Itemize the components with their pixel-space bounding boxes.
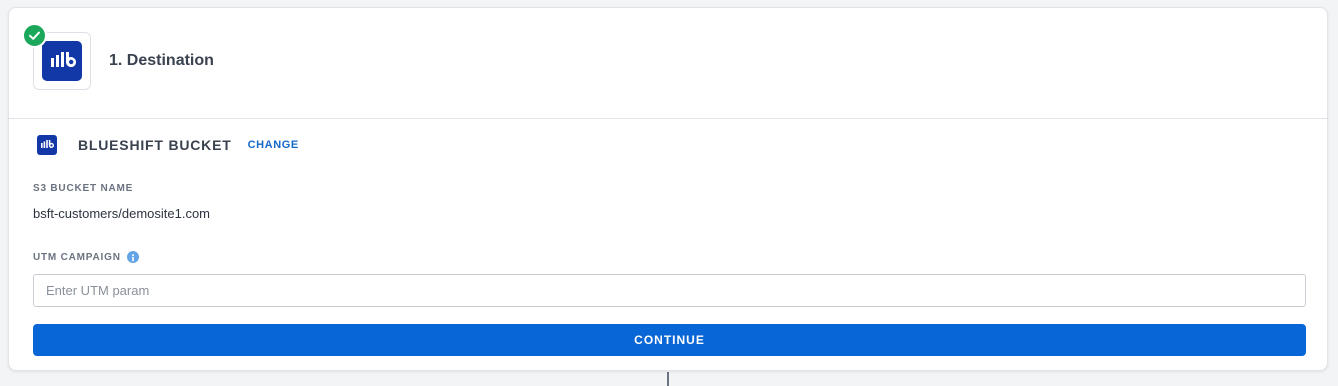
- destination-row: BLUESHIFT BUCKET CHANGE: [37, 135, 299, 155]
- info-icon[interactable]: [126, 251, 139, 263]
- blueshift-logo-icon: [42, 41, 82, 81]
- destination-name: BLUESHIFT BUCKET: [78, 137, 232, 153]
- step-header: 1. Destination: [9, 8, 1327, 119]
- s3-bucket-value: bsft-customers/demosite1.com: [33, 206, 211, 221]
- utm-campaign-input[interactable]: [33, 274, 1306, 307]
- destination-step-card: 1. Destination BLUESHIFT BUCKET CHANGE S…: [8, 7, 1328, 371]
- step-title: 1. Destination: [109, 52, 214, 69]
- page: 1. Destination BLUESHIFT BUCKET CHANGE S…: [0, 0, 1338, 386]
- s3-bucket-label: S3 BUCKET NAME: [33, 183, 134, 194]
- change-destination-link[interactable]: CHANGE: [248, 139, 299, 151]
- continue-button[interactable]: CONTINUE: [33, 324, 1306, 356]
- check-icon: [22, 23, 47, 48]
- utm-campaign-label: UTM CAMPAIGN: [33, 251, 121, 263]
- utm-campaign-label-row: UTM CAMPAIGN: [33, 251, 139, 263]
- blueshift-logo-icon: [37, 135, 57, 155]
- step-connector-line: [667, 372, 669, 386]
